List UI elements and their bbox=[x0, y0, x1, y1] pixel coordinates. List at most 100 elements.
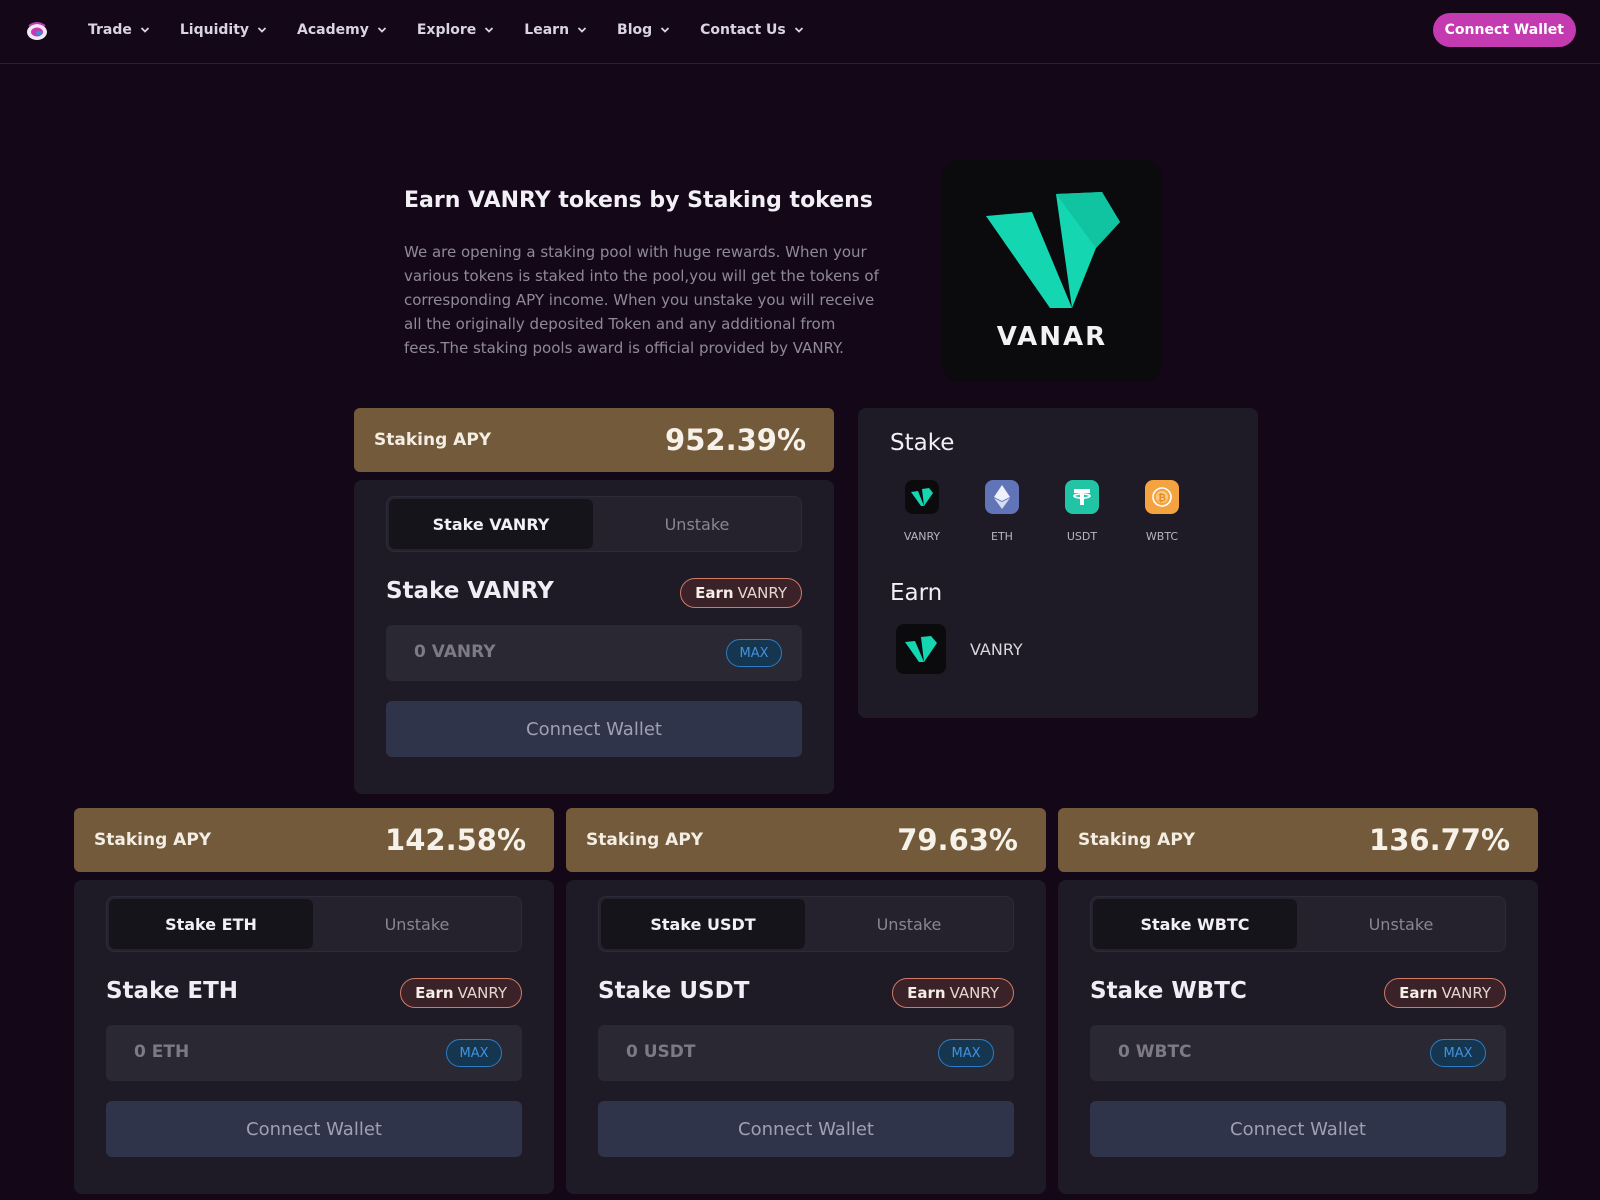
pool-card-usdt: Stake USDT Unstake Stake USDT Earn VANRY … bbox=[566, 880, 1046, 1194]
earn-token: VANRY bbox=[949, 984, 999, 1002]
chevron-down-icon bbox=[485, 27, 494, 33]
connect-wallet-button[interactable]: Connect Wallet bbox=[386, 701, 802, 757]
amount-placeholder: 0 USDT bbox=[626, 1042, 696, 1062]
nav-item-learn[interactable]: Learn bbox=[524, 22, 587, 38]
amount-placeholder: 0 ETH bbox=[134, 1042, 190, 1062]
connect-wallet-button[interactable]: Connect Wallet bbox=[1090, 1101, 1506, 1157]
token-eth[interactable]: ETH bbox=[972, 480, 1032, 543]
stake-tabs: Stake USDT Unstake bbox=[598, 896, 1014, 952]
amount-input[interactable]: 0 ETH MAX bbox=[106, 1025, 522, 1081]
chevron-down-icon bbox=[794, 27, 803, 33]
token-name: USDT bbox=[1066, 530, 1098, 543]
connect-wallet-button[interactable]: Connect Wallet bbox=[1432, 13, 1576, 47]
nav-item-explore[interactable]: Explore bbox=[417, 22, 494, 38]
amount-input[interactable]: 0 VANRY MAX bbox=[386, 625, 802, 681]
stake-heading: Stake ETH bbox=[106, 978, 239, 1004]
nav-item-label: Academy bbox=[297, 22, 369, 38]
tab-stake[interactable]: Stake WBTC bbox=[1093, 899, 1297, 949]
token-name: WBTC bbox=[1145, 530, 1179, 543]
max-button[interactable]: MAX bbox=[938, 1039, 994, 1067]
apy-bar-wbtc: Staking APY 136.77% bbox=[1058, 808, 1538, 872]
nav-item-label: Explore bbox=[416, 22, 477, 38]
earn-token-name: VANRY bbox=[970, 640, 1023, 659]
apy-value: 136.77% bbox=[1369, 823, 1510, 857]
earn-word: Earn bbox=[415, 984, 454, 1002]
tab-stake[interactable]: Stake ETH bbox=[109, 899, 313, 949]
earn-word: Earn bbox=[695, 584, 734, 602]
chevron-down-icon bbox=[577, 27, 587, 33]
nav-item-liquidity[interactable]: Liquidity bbox=[180, 22, 267, 38]
earn-word: Earn bbox=[1399, 984, 1438, 1002]
tab-unstake[interactable]: Unstake bbox=[595, 499, 799, 549]
nav-menu: Trade Liquidity Academy Explore Learn Bl… bbox=[88, 0, 834, 60]
amount-placeholder: 0 WBTC bbox=[1118, 1042, 1192, 1062]
tab-unstake[interactable]: Unstake bbox=[315, 899, 519, 949]
nav-item-contact-us[interactable]: Contact Us bbox=[700, 22, 804, 38]
connect-wallet-button[interactable]: Connect Wallet bbox=[106, 1101, 522, 1157]
token-name: ETH bbox=[991, 530, 1013, 543]
connect-wallet-button[interactable]: Connect Wallet bbox=[598, 1101, 1014, 1157]
pool-card-vanry: Stake VANRY Unstake Stake VANRY Earn VANR… bbox=[354, 480, 834, 794]
apy-value: 952.39% bbox=[665, 423, 806, 457]
apy-value: 142.58% bbox=[385, 823, 526, 857]
apy-label: Staking APY bbox=[94, 830, 212, 850]
nav-item-label: Blog bbox=[617, 22, 653, 38]
nav-item-label: Contact Us bbox=[700, 22, 786, 38]
vanar-logo-image: VANAR bbox=[942, 160, 1162, 382]
apy-value: 79.63% bbox=[897, 823, 1018, 857]
earn-badge: Earn VANRY bbox=[680, 578, 802, 608]
top-nav: Trade Liquidity Academy Explore Learn Bl… bbox=[0, 0, 1600, 64]
token-name: VANRY bbox=[903, 530, 941, 543]
token-vanry[interactable]: VANRY bbox=[892, 480, 952, 543]
max-button[interactable]: MAX bbox=[726, 639, 782, 667]
chevron-down-icon bbox=[377, 27, 386, 33]
page-title: Earn VANRY tokens by Staking tokens bbox=[404, 188, 873, 213]
max-button[interactable]: MAX bbox=[1430, 1039, 1486, 1067]
apy-bar-eth: Staking APY 142.58% bbox=[74, 808, 554, 872]
apy-label: Staking APY bbox=[374, 430, 492, 450]
vanry-icon bbox=[905, 480, 939, 514]
tab-stake[interactable]: Stake USDT bbox=[601, 899, 805, 949]
tab-unstake[interactable]: Unstake bbox=[807, 899, 1011, 949]
stake-heading: Stake USDT bbox=[598, 978, 750, 1004]
token-usdt[interactable]: USDT bbox=[1052, 480, 1112, 543]
app-logo-icon[interactable] bbox=[24, 18, 50, 44]
earn-heading: Earn bbox=[890, 580, 943, 606]
tab-stake[interactable]: Stake VANRY bbox=[389, 499, 593, 549]
token-wbtc[interactable]: ₿ WBTC bbox=[1132, 480, 1192, 543]
amount-placeholder: 0 VANRY bbox=[414, 642, 496, 662]
usdt-icon bbox=[1065, 480, 1099, 514]
nav-item-label: Liquidity bbox=[179, 22, 250, 38]
hero-description: We are opening a staking pool with huge … bbox=[404, 243, 879, 357]
nav-item-blog[interactable]: Blog bbox=[617, 22, 670, 38]
chevron-down-icon bbox=[140, 27, 150, 33]
vanry-icon bbox=[896, 624, 946, 674]
pool-card-eth: Stake ETH Unstake Stake ETH Earn VANRY 0 … bbox=[74, 880, 554, 1194]
stake-tabs: Stake VANRY Unstake bbox=[386, 496, 802, 552]
tab-unstake[interactable]: Unstake bbox=[1299, 899, 1503, 949]
apy-label: Staking APY bbox=[586, 830, 704, 850]
chevron-down-icon bbox=[661, 27, 670, 33]
svg-text:₿: ₿ bbox=[1158, 492, 1166, 504]
earn-word: Earn bbox=[907, 984, 946, 1002]
amount-input[interactable]: 0 USDT MAX bbox=[598, 1025, 1014, 1081]
stake-heading: Stake bbox=[890, 430, 955, 456]
apy-label: Staking APY bbox=[1078, 830, 1196, 850]
earn-badge: Earn VANRY bbox=[1384, 978, 1506, 1008]
amount-input[interactable]: 0 WBTC MAX bbox=[1090, 1025, 1506, 1081]
vanar-wordmark: VANAR bbox=[996, 322, 1108, 352]
stake-heading: Stake WBTC bbox=[1090, 978, 1247, 1004]
stake-heading: Stake VANRY bbox=[386, 578, 554, 604]
nav-item-academy[interactable]: Academy bbox=[297, 22, 387, 38]
earn-badge: Earn VANRY bbox=[892, 978, 1014, 1008]
nav-item-label: Trade bbox=[88, 22, 132, 38]
earn-badge: Earn VANRY bbox=[400, 978, 522, 1008]
earn-token: VANRY bbox=[737, 584, 787, 602]
stake-tabs: Stake WBTC Unstake bbox=[1090, 896, 1506, 952]
nav-item-trade[interactable]: Trade bbox=[88, 22, 150, 38]
nav-item-label: Learn bbox=[524, 22, 570, 38]
max-button[interactable]: MAX bbox=[446, 1039, 502, 1067]
stake-info-card: Stake VANRY ETH USDT ₿ WBTC Earn VANRY bbox=[858, 408, 1258, 718]
stake-tabs: Stake ETH Unstake bbox=[106, 896, 522, 952]
earn-token: VANRY bbox=[1441, 984, 1491, 1002]
